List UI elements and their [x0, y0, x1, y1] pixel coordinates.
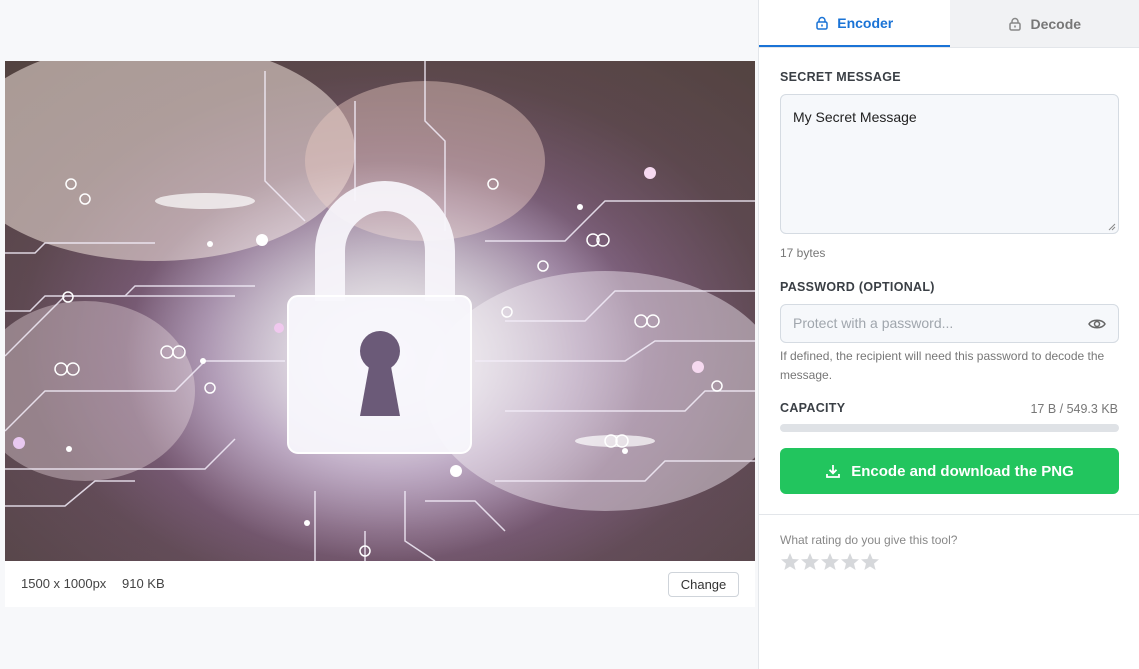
image-info-bar: 1500 x 1000px 910 KB Change — [5, 561, 755, 607]
resize-handle-icon[interactable] — [1108, 223, 1116, 231]
star-icon[interactable] — [840, 552, 860, 572]
star-icon[interactable] — [800, 552, 820, 572]
image-file-size: 910 KB — [122, 576, 165, 591]
tab-encoder[interactable]: Encoder — [759, 0, 950, 47]
password-label: PASSWORD (OPTIONAL) — [780, 280, 935, 294]
secret-message-label: SECRET MESSAGE — [780, 70, 901, 84]
capacity-label: CAPACITY — [780, 401, 846, 415]
star-icon[interactable] — [780, 552, 800, 572]
encode-download-button[interactable]: Encode and download the PNG — [780, 448, 1119, 494]
download-icon — [826, 465, 841, 478]
tab-decode-label: Decode — [1030, 15, 1082, 32]
preview-image — [5, 61, 755, 561]
change-image-button[interactable]: Change — [668, 572, 739, 597]
password-field[interactable] — [780, 304, 1119, 343]
section-divider — [759, 514, 1139, 515]
eye-icon[interactable] — [1088, 316, 1106, 332]
star-rating — [780, 552, 880, 572]
image-dimensions: 1500 x 1000px — [21, 576, 107, 591]
lock-icon — [1009, 17, 1022, 31]
secret-message-text: My Secret Message — [793, 109, 917, 125]
mode-tabs: Encoder Decode — [759, 0, 1139, 48]
password-input[interactable] — [793, 315, 1073, 331]
rating-question: What rating do you give this tool? — [780, 533, 958, 547]
secret-message-input[interactable]: My Secret Message — [780, 94, 1119, 234]
padlock-circuit-image — [5, 61, 755, 561]
image-preview-area: 1500 x 1000px 910 KB Change — [0, 0, 758, 669]
tab-decode[interactable]: Decode — [949, 0, 1139, 47]
password-help-text: If defined, the recipient will need this… — [780, 349, 1105, 382]
tool-panel: Encoder Decode SECRET MESSAGE My Secret … — [758, 0, 1139, 669]
capacity-value: 17 B / 549.3 KB — [1030, 402, 1118, 416]
lock-icon — [816, 16, 828, 30]
star-icon[interactable] — [820, 552, 840, 572]
star-icon[interactable] — [860, 552, 880, 572]
encode-download-label: Encode and download the PNG — [851, 462, 1074, 480]
capacity-bar — [780, 424, 1119, 432]
byte-count: 17 bytes — [780, 246, 826, 260]
tab-encoder-label: Encoder — [837, 14, 894, 31]
